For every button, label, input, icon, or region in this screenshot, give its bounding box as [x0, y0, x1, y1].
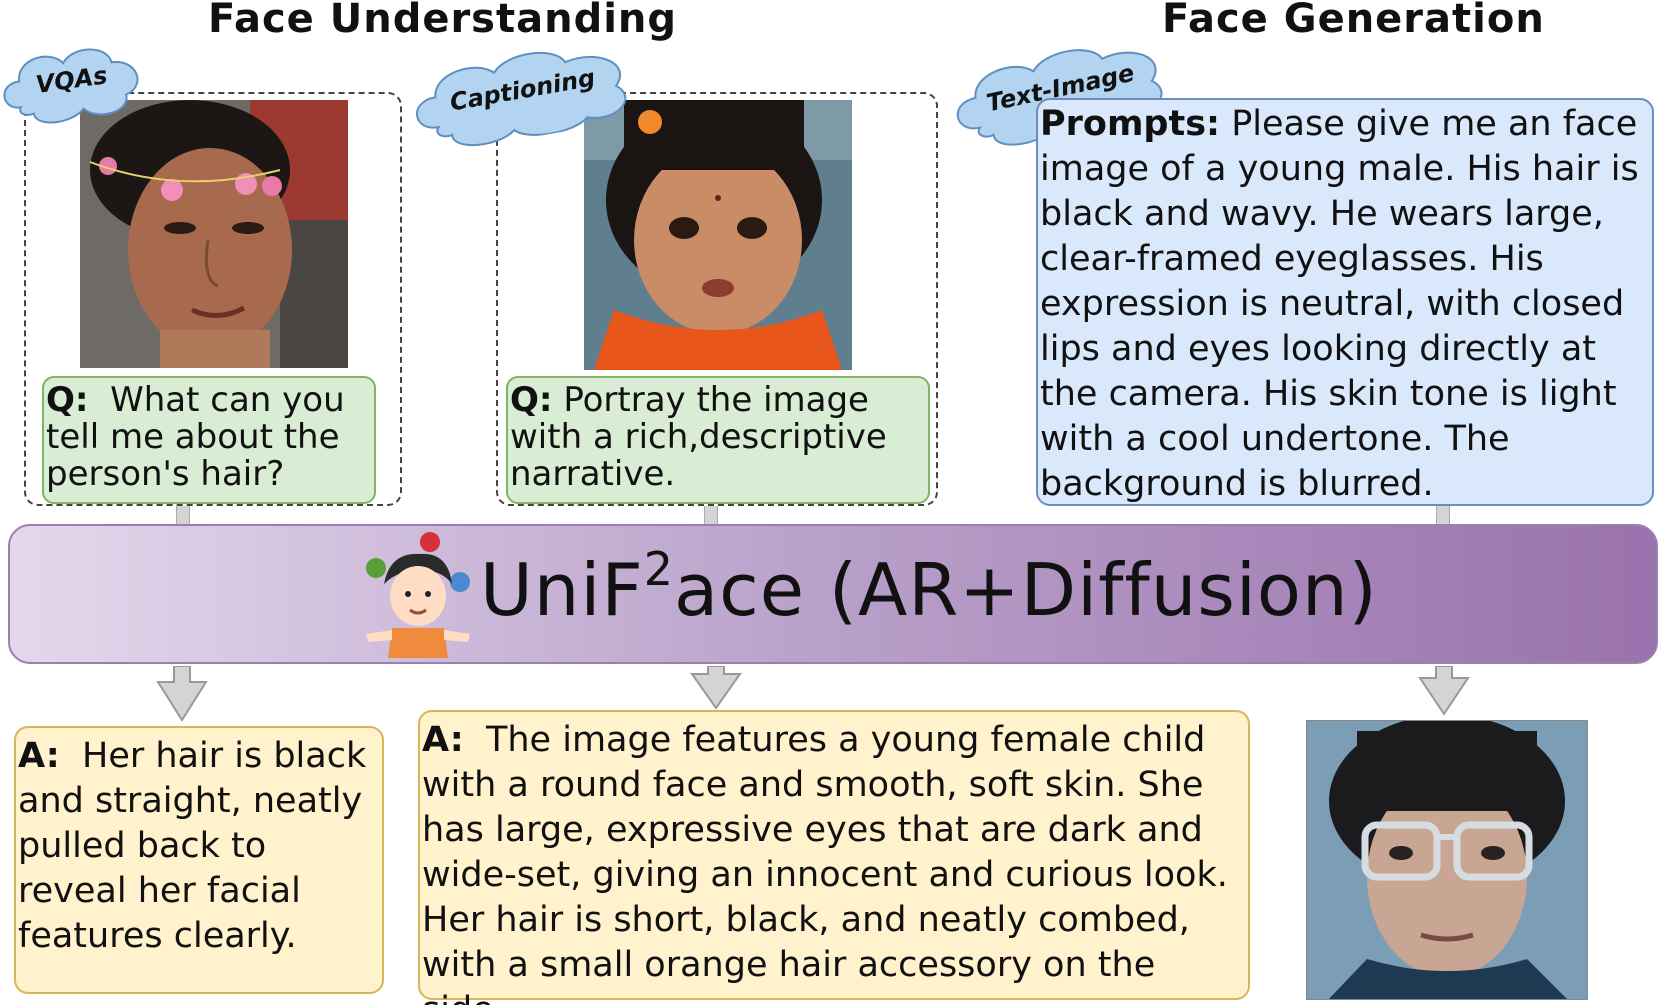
vqa-answer-box: A: Her hair is black and straight, neatl…	[14, 726, 384, 994]
generated-male-face-photo	[1306, 720, 1588, 1000]
down-arrow-icon	[1418, 665, 1470, 720]
vqa-question-label: Q:	[46, 380, 89, 420]
down-arrow-icon	[156, 665, 208, 726]
down-arrow-icon	[690, 665, 742, 714]
vqa-answer-text: Her hair is black and straight, neatly p…	[18, 736, 367, 956]
prompt-label: Prompts:	[1040, 104, 1221, 144]
model-title: UniF2ace (AR+Diffusion)	[480, 546, 1378, 632]
captioning-connector	[704, 506, 718, 526]
model-title-prefix: UniF	[480, 548, 644, 632]
model-title-suffix: ace (AR+Diffusion)	[674, 548, 1378, 632]
captioning-question-text: Portray the image with a rich,descriptiv…	[510, 380, 887, 494]
model-title-superscript: 2	[643, 542, 675, 596]
face-generation-heading: Face Generation	[1162, 0, 1545, 42]
prompt-connector	[1436, 506, 1450, 526]
captioning-question-label: Q:	[510, 380, 553, 420]
model-banner: UniF2ace (AR+Diffusion)	[8, 524, 1658, 664]
generation-prompt-box: Prompts: Please give me an face image of…	[1036, 98, 1654, 506]
vqa-answer-label: A:	[18, 736, 60, 776]
juggler-icon	[362, 530, 480, 658]
captioning-answer-box: A: The image features a young female chi…	[418, 710, 1250, 1005]
captioning-question-box: Q: Portray the image with a rich,descrip…	[506, 376, 930, 504]
vqa-question-text: What can you tell me about the person's …	[46, 380, 345, 494]
prompt-text: Please give me an face image of a young …	[1040, 104, 1639, 504]
child-face-photo	[584, 100, 852, 370]
captioning-answer-text: The image features a young female child …	[422, 720, 1228, 1005]
vqa-question-box: Q: What can you tell me about the person…	[42, 376, 376, 504]
woman-face-photo	[80, 100, 348, 368]
captioning-answer-label: A:	[422, 720, 464, 760]
vqa-connector	[176, 506, 190, 526]
